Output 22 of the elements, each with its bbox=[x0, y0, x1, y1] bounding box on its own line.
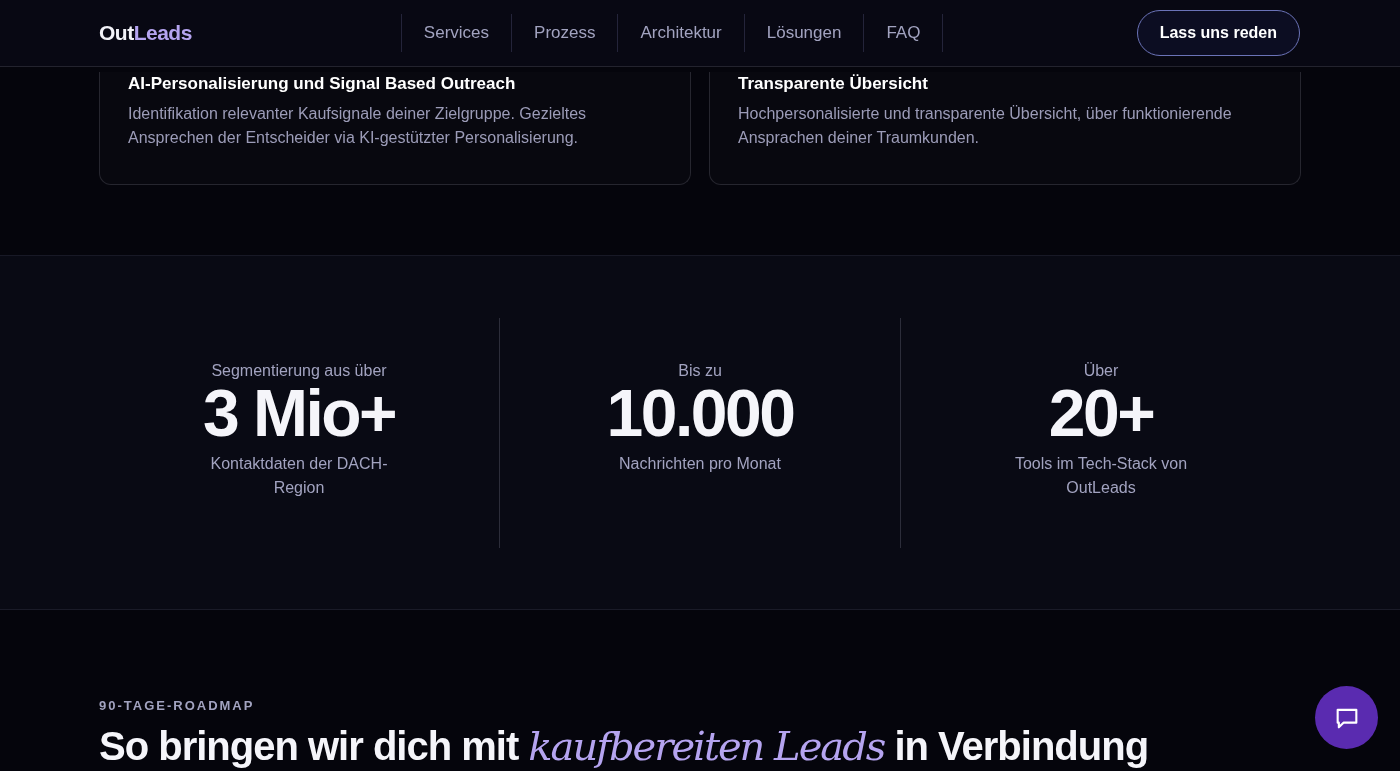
stat-label: Segmentierung aus über bbox=[211, 361, 387, 380]
stat-value: 3 Mio+ bbox=[202, 379, 396, 446]
stat-caption: Nachrichten pro Monat bbox=[618, 453, 782, 474]
nav-link[interactable]: FAQ bbox=[863, 14, 944, 52]
nav-link[interactable]: Lösungen bbox=[743, 14, 864, 52]
contact-button[interactable]: Lass uns reden bbox=[1136, 10, 1300, 56]
stat-label: Über bbox=[1083, 361, 1119, 380]
stat-value: 10.000 bbox=[606, 379, 794, 446]
card-title: Transparente Übersicht bbox=[738, 74, 929, 94]
card-text: Identifikation relevanter Kaufsignale deiner Zielgruppe. Gezieltes Ansprechen der Entscheider via KI-gestützter Personalisierung. bbox=[128, 104, 588, 148]
nav-link[interactable]: Prozess bbox=[511, 14, 618, 52]
logo[interactable]: OutLeads bbox=[99, 21, 192, 45]
nav-link[interactable]: Architektur bbox=[617, 14, 744, 52]
card-text: Hochpersonalisierte und transparente Übersicht, über funktionierende Ansprachen deiner Traumkunden. bbox=[738, 104, 1233, 148]
stat-value: 20+ bbox=[1048, 379, 1154, 446]
section-heading: So bringen wir dich mit kaufbereiten Leads in Verbindung bbox=[99, 725, 1150, 767]
nav-link[interactable]: Services bbox=[400, 14, 512, 52]
stat-caption: Tools im Tech-Stack von OutLeads bbox=[1013, 453, 1189, 498]
stat-label: Bis zu bbox=[678, 361, 722, 380]
card-title: AI-Personalisierung und Signal Based Outreach bbox=[128, 74, 517, 94]
stat-caption: Kontaktdaten der DACH-Region bbox=[209, 453, 389, 498]
section-eyebrow: 90-TAGE-ROADMAP bbox=[99, 698, 256, 713]
